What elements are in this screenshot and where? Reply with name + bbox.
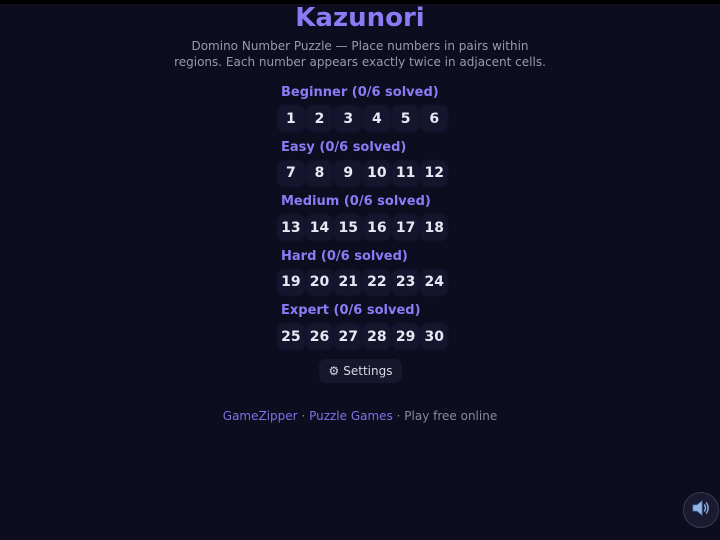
level-easy: Easy (0/6 solved) 7 8 9 10 11 12 [278, 139, 478, 194]
puzzle-button-3[interactable]: 3 [335, 106, 362, 131]
puzzle-button-27[interactable]: 27 [335, 324, 362, 350]
level-list: Beginner (0/6 solved) 1 2 3 4 5 6 Easy (… [278, 84, 478, 357]
gamezipper-link[interactable]: GameZipper [223, 409, 298, 423]
level-expert: Expert (0/6 solved) 25 26 27 28 29 30 [278, 302, 478, 357]
puzzle-button-16[interactable]: 16 [364, 215, 390, 241]
puzzle-button-18[interactable]: 18 [421, 215, 448, 241]
puzzle-button-19[interactable]: 19 [278, 269, 304, 295]
puzzle-button-20[interactable]: 20 [306, 269, 333, 295]
puzzle-button-15[interactable]: 15 [335, 215, 362, 241]
puzzle-button-7[interactable]: 7 [278, 160, 304, 186]
puzzle-button-28[interactable]: 28 [364, 324, 390, 350]
puzzle-button-14[interactable]: 14 [306, 215, 333, 241]
puzzle-row: 7 8 9 10 11 12 [278, 160, 478, 186]
page-subtitle: Domino Number Puzzle — Place numbers in … [174, 39, 546, 69]
puzzle-button-29[interactable]: 29 [392, 324, 419, 350]
footer-separator: · [297, 409, 310, 423]
puzzle-button-4[interactable]: 4 [364, 106, 390, 131]
gear-icon: ⚙ [328, 364, 340, 378]
sound-toggle-button[interactable] [683, 492, 719, 528]
puzzle-button-5[interactable]: 5 [392, 106, 419, 131]
puzzle-button-21[interactable]: 21 [335, 269, 362, 295]
puzzle-button-6[interactable]: 6 [421, 106, 448, 131]
level-heading: Hard (0/6 solved) [281, 248, 408, 264]
level-heading: Easy (0/6 solved) [281, 139, 407, 155]
page: Kazunori Domino Number Puzzle — Place nu… [0, 0, 720, 540]
puzzle-row: 1 2 3 4 5 6 [278, 106, 478, 131]
puzzle-button-10[interactable]: 10 [364, 160, 390, 186]
puzzle-row: 25 26 27 28 29 30 [278, 324, 478, 350]
puzzle-button-25[interactable]: 25 [278, 324, 304, 350]
puzzle-row: 19 20 21 22 23 24 [278, 269, 478, 295]
puzzle-button-11[interactable]: 11 [392, 160, 419, 186]
level-medium: Medium (0/6 solved) 13 14 15 16 17 18 [278, 193, 478, 248]
page-title: Kazunori [295, 3, 425, 33]
puzzle-button-30[interactable]: 30 [421, 324, 448, 350]
settings-button[interactable]: ⚙ Settings [319, 359, 402, 383]
puzzle-button-22[interactable]: 22 [364, 269, 390, 295]
puzzle-button-23[interactable]: 23 [392, 269, 419, 295]
level-heading: Medium (0/6 solved) [281, 194, 431, 210]
speaker-icon [691, 499, 711, 521]
settings-label: Settings [343, 364, 393, 378]
puzzle-row: 13 14 15 16 17 18 [278, 215, 478, 241]
footer-tagline: Play free online [404, 409, 498, 423]
puzzle-button-24[interactable]: 24 [421, 269, 448, 295]
level-heading: Beginner (0/6 solved) [281, 85, 439, 100]
level-beginner: Beginner (0/6 solved) 1 2 3 4 5 6 [278, 84, 478, 139]
footer: GameZipper · Puzzle Games · Play free on… [0, 408, 720, 424]
puzzle-button-1[interactable]: 1 [278, 106, 304, 131]
puzzle-button-17[interactable]: 17 [392, 215, 419, 241]
puzzle-button-2[interactable]: 2 [306, 106, 333, 131]
puzzle-button-12[interactable]: 12 [421, 160, 448, 186]
puzzle-button-13[interactable]: 13 [278, 215, 304, 241]
puzzle-games-link[interactable]: Puzzle Games [309, 409, 393, 423]
level-hard: Hard (0/6 solved) 19 20 21 22 23 24 [278, 248, 478, 303]
puzzle-button-9[interactable]: 9 [335, 160, 362, 186]
level-heading: Expert (0/6 solved) [281, 303, 421, 319]
footer-separator: · [392, 409, 405, 423]
puzzle-button-8[interactable]: 8 [306, 160, 333, 186]
puzzle-button-26[interactable]: 26 [306, 324, 333, 350]
